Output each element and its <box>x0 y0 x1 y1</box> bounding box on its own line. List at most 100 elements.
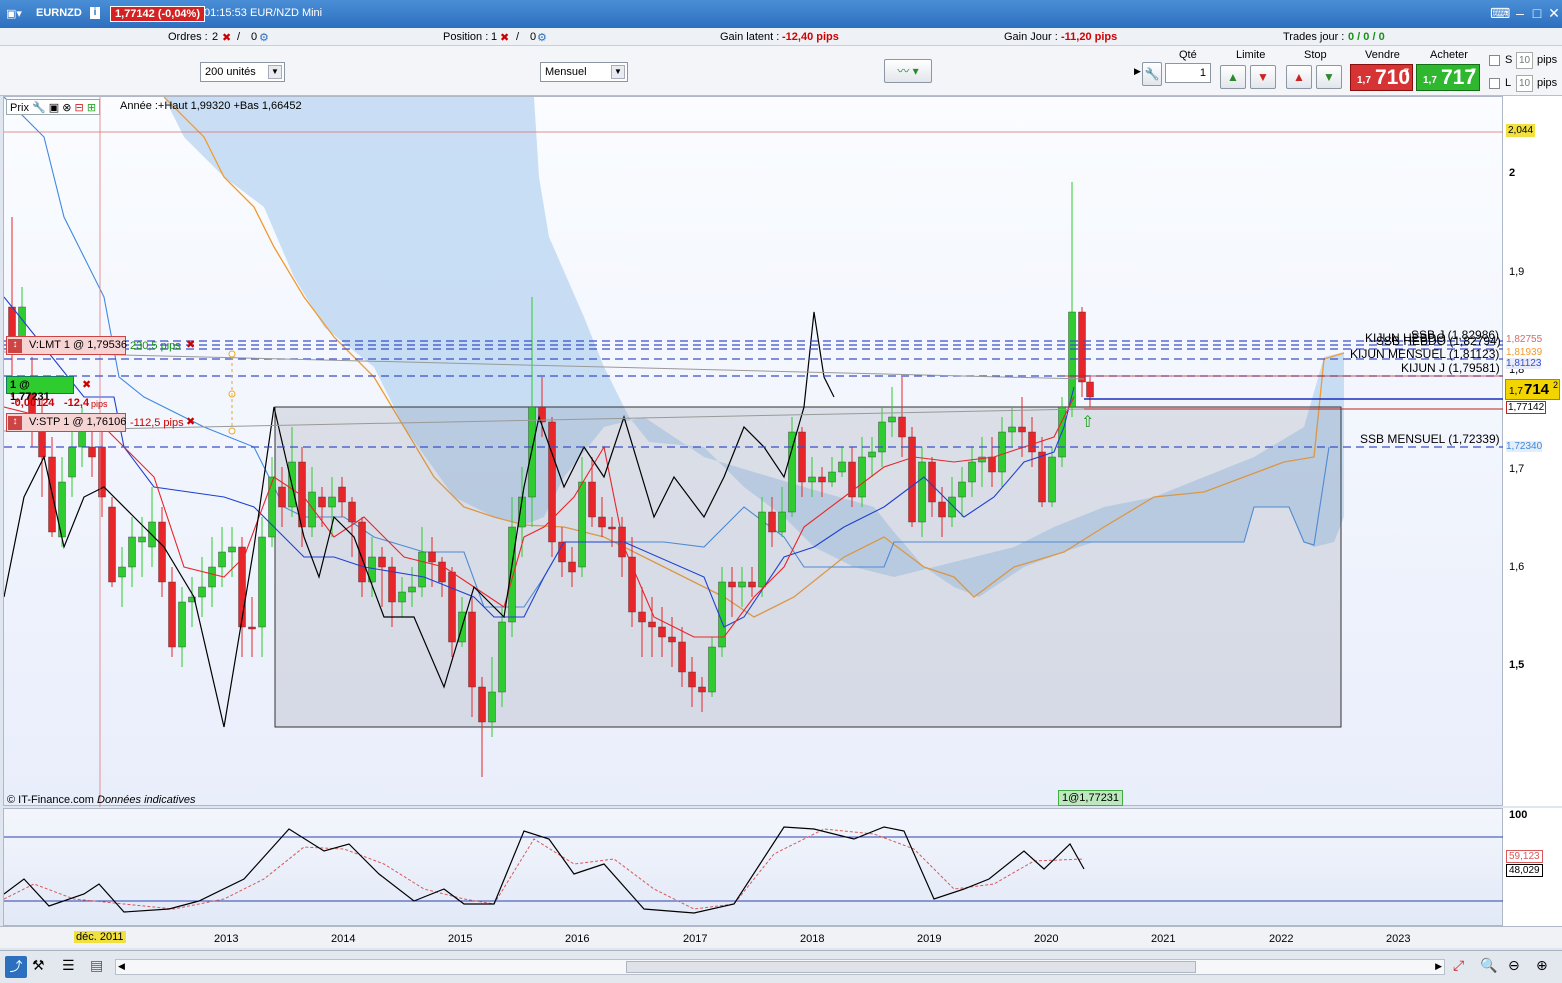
year-hi-lo: Année :+Haut 1,99320 +Bas 1,66452 <box>120 100 302 112</box>
stop-sell-button[interactable]: ▼ <box>1316 65 1342 89</box>
price-chart[interactable]: ⇧ Prix 🔧 ▣ ⊗ ⊟ ⊞ Année :+Haut 1,99320 +B… <box>3 96 1504 807</box>
drag-handle-icon[interactable]: ↕ <box>8 416 22 430</box>
limit-label: Limite <box>1236 49 1266 61</box>
s-pips-input[interactable]: 10 <box>1516 52 1533 69</box>
info-icon[interactable]: i <box>90 7 100 19</box>
l-checkbox[interactable] <box>1489 78 1500 89</box>
sell-button[interactable]: 1,7 710 7 <box>1350 64 1413 91</box>
chevron-down-icon: ▼ <box>268 65 282 79</box>
cur-price-main: 714 <box>1524 381 1550 398</box>
wrench-icon[interactable]: 🔧 <box>32 102 46 114</box>
buy-button[interactable]: 1,7 717 7 <box>1416 64 1480 91</box>
time-axis[interactable]: déc. 2011 2013 2014 2015 2016 2017 2018 … <box>0 926 1562 948</box>
candle-body <box>998 431 1006 473</box>
limit-order-tag[interactable]: V:LMT 1 @ 1,79536 <box>6 336 128 355</box>
stop-order-tag[interactable]: V:STP 1 @ 1,76106 <box>6 413 126 432</box>
candle-body <box>768 511 776 533</box>
candle-body <box>258 536 266 628</box>
close-button[interactable]: ✕ <box>1544 5 1562 22</box>
zoom-in-icon[interactable]: ⊕ <box>1536 957 1548 974</box>
down-icon[interactable]: ⊟ <box>75 102 84 114</box>
candle-body <box>938 501 946 518</box>
share-icon[interactable]: ⤴ <box>5 956 27 978</box>
sell-price-prefix: 1,7 <box>1357 75 1371 86</box>
keyboard-icon[interactable]: ⌨ <box>1490 5 1510 22</box>
candle-body <box>168 581 176 648</box>
candle-body <box>488 691 496 723</box>
zoom-window-icon[interactable]: 🔍 <box>1480 957 1497 974</box>
candle-body <box>1018 426 1026 433</box>
scroll-left-icon[interactable]: ◀ <box>118 961 125 972</box>
candle-body <box>778 511 786 533</box>
candle-body <box>1038 451 1046 503</box>
candle-body <box>708 646 716 693</box>
qty-input[interactable]: 1 <box>1165 63 1211 83</box>
cancel-orders-icon[interactable]: ✖ <box>222 31 231 44</box>
close-icon[interactable]: ⊗ <box>62 102 71 114</box>
time-label-2019: 2019 <box>917 933 942 945</box>
drag-handle-icon[interactable]: ↕ <box>8 339 22 353</box>
buy-price-pip: 7 <box>1470 67 1476 77</box>
osc-value-2: 48,029 <box>1506 864 1543 877</box>
candle-body <box>858 456 866 498</box>
candle-body <box>578 481 586 568</box>
position-tag[interactable]: 1 @ 1,77231 <box>6 376 74 403</box>
candle-body <box>338 486 346 503</box>
window-icon[interactable]: ▣ <box>49 102 59 114</box>
l-label: L <box>1505 77 1512 89</box>
orders-settings-icon[interactable]: ⚙ <box>259 31 269 44</box>
osc-value-1: 59,123 <box>1506 850 1543 863</box>
collapse-arrow-icon[interactable]: ▶ <box>1134 66 1141 77</box>
s-checkbox[interactable] <box>1489 55 1500 66</box>
axis-box-3: 1,81123 <box>1506 358 1542 369</box>
candle-body <box>8 306 16 338</box>
indicators-button[interactable]: 〰 ▾ <box>884 59 932 83</box>
candle-body <box>88 446 96 458</box>
candle-body <box>128 536 136 568</box>
candle-body <box>588 481 596 518</box>
candle-body <box>378 556 386 568</box>
position-settings-icon[interactable]: ⚙ <box>537 31 547 44</box>
tools-icon[interactable]: ⚒ <box>32 957 45 974</box>
candle-body <box>438 561 446 583</box>
chart-type-icon[interactable]: ▤ <box>90 957 103 974</box>
close-position-icon[interactable]: ✖ <box>82 378 91 391</box>
scroll-thumb[interactable] <box>626 961 1196 973</box>
limit-buy-icon: ▲ <box>1227 70 1239 84</box>
position-pips-unit: pips <box>91 399 108 409</box>
osc-top-label: 100 <box>1509 809 1528 821</box>
zoom-out-icon[interactable]: ⊖ <box>1508 957 1520 974</box>
limit-sell-button[interactable]: ▼ <box>1250 65 1276 89</box>
list-icon[interactable]: ☰ <box>62 957 75 974</box>
zoom-fit-icon[interactable]: ⤢ <box>1453 957 1464 974</box>
stop-buy-button[interactable]: ▲ <box>1286 65 1312 89</box>
candle-body <box>568 561 576 573</box>
wrench-icon[interactable]: 🔧 <box>1142 62 1162 86</box>
position-sep: / <box>516 31 520 43</box>
axis-box-2: 1,81939 <box>1506 347 1543 358</box>
window-menu-icon[interactable]: ▣▾ <box>6 7 22 20</box>
candle-body <box>658 626 666 638</box>
disclaimer: Données indicatives <box>97 794 196 806</box>
time-label-2015: 2015 <box>448 933 473 945</box>
horizontal-scrollbar[interactable]: ◀ ▶ <box>115 959 1445 975</box>
tick-1-9: 1,9 <box>1509 266 1525 278</box>
cancel-stop-icon[interactable]: ✖ <box>186 415 195 428</box>
gain-latent-label: Gain latent : <box>720 31 780 43</box>
close-position-icon[interactable]: ✖ <box>500 31 509 44</box>
l-pips-input[interactable]: 10 <box>1516 75 1533 92</box>
candle-body <box>838 461 846 473</box>
limit-order-label: V:LMT 1 @ 1,79536 <box>29 339 128 351</box>
candle-body <box>688 671 696 688</box>
up-icon[interactable]: ⊞ <box>87 102 96 114</box>
units-select[interactable]: 200 unités ▼ <box>200 62 285 82</box>
period-select[interactable]: Mensuel ▼ <box>540 62 628 82</box>
price-axis[interactable]: 2 1,9 1,8 1,7 1,6 1,5 2,044 1,82755 1,81… <box>1503 96 1562 806</box>
candle-body <box>418 551 426 588</box>
scroll-right-icon[interactable]: ▶ <box>1435 961 1442 972</box>
cancel-limit-icon[interactable]: ✖ <box>186 338 195 351</box>
candle-body <box>508 526 516 623</box>
qty-label: Qté <box>1179 49 1197 61</box>
oscillator-panel[interactable] <box>3 808 1504 926</box>
limit-buy-button[interactable]: ▲ <box>1220 65 1246 89</box>
